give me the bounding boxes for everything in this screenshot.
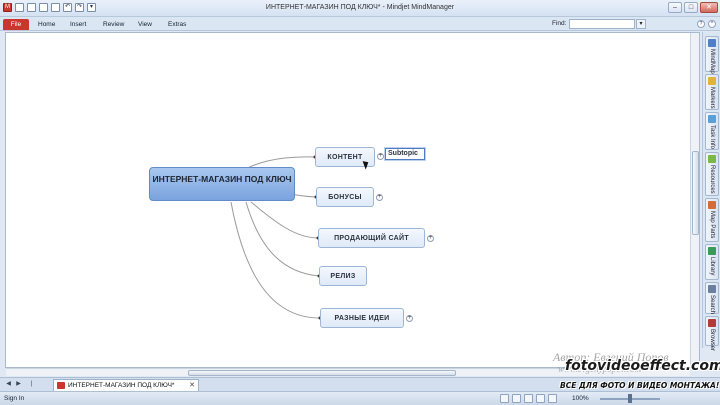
topic-raznye-idei[interactable]: РАЗНЫЕ ИДЕИ <box>320 308 404 328</box>
vertical-scroll-thumb[interactable] <box>692 151 699 235</box>
find-label: Find: <box>552 20 567 27</box>
document-tab-label: ИНТЕРНЕТ-МАГАЗИН ПОД КЛЮЧ* <box>68 382 175 389</box>
search-icon <box>708 285 716 293</box>
close-button[interactable]: ✕ <box>700 2 718 13</box>
horizontal-scroll-thumb[interactable] <box>188 370 456 376</box>
pane-tab-map-parts[interactable]: Map Parts <box>705 198 719 242</box>
pane-tab-markers[interactable]: Markers <box>705 74 719 110</box>
map-canvas[interactable]: ИНТЕРНЕТ-МАГАЗИН ПОД КЛЮЧ КОНТЕНТ + БОНУ… <box>5 32 700 368</box>
task-info-icon <box>708 115 716 123</box>
tab-extras[interactable]: Extras <box>168 19 186 30</box>
tab-view[interactable]: View <box>138 19 152 30</box>
resources-icon <box>708 155 716 163</box>
view-mode-icons <box>500 394 557 403</box>
pane-tab-resources[interactable]: Resources <box>705 152 719 196</box>
tab-scroll-left-icon[interactable]: ◀ <box>5 381 12 388</box>
document-tab[interactable]: ИНТЕРНЕТ-МАГАЗИН ПОД КЛЮЧ* ✕ <box>53 379 199 391</box>
library-icon <box>708 247 716 255</box>
find-input[interactable] <box>569 19 635 29</box>
central-topic[interactable]: ИНТЕРНЕТ-МАГАЗИН ПОД КЛЮЧ <box>149 167 295 201</box>
branch-line-idei <box>230 201 321 319</box>
expand-sait-icon[interactable]: + <box>427 235 434 242</box>
ribbon-collapse-icon[interactable]: ^ <box>708 20 716 28</box>
mindmap-document-icon <box>57 382 65 389</box>
pane-tab-browser[interactable]: Browser <box>705 316 719 351</box>
vertical-scrollbar[interactable] <box>690 33 699 365</box>
window-controls: – □ ✕ <box>668 2 718 13</box>
branch-line-reliz <box>245 201 320 277</box>
view-map-icon[interactable] <box>524 394 533 403</box>
tab-file[interactable]: File <box>3 19 29 30</box>
map-parts-icon <box>708 201 716 209</box>
zoom-level: 100% <box>572 395 589 402</box>
markers-icon <box>708 77 716 85</box>
topic-prodayushchiy-sait[interactable]: ПРОДАЮЩИЙ САЙТ <box>318 228 425 248</box>
watermark-site: fotovideoeffect.com <box>565 358 720 374</box>
ribbon-right-icons: ? ^ <box>697 20 716 28</box>
status-bar: Sign In 100% <box>0 391 720 405</box>
document-tab-close-icon[interactable]: ✕ <box>189 380 195 391</box>
maximize-button[interactable]: □ <box>684 2 698 13</box>
pane-tab-library[interactable]: Library <box>705 244 719 280</box>
tab-list-icon[interactable]: | <box>28 381 35 388</box>
topic-reliz[interactable]: РЕЛИЗ <box>319 266 367 286</box>
title-bar: M ↶ ↷ ▾ ИНТЕРНЕТ-МАГАЗИН ПОД КЛЮЧ* - Min… <box>0 0 720 17</box>
find-dropdown-icon[interactable]: ▾ <box>636 19 646 29</box>
help-icon[interactable]: ? <box>697 20 705 28</box>
expand-bonusy-icon[interactable]: + <box>376 194 383 201</box>
pane-tab-search[interactable]: Search <box>705 282 719 314</box>
watermark-tagline: ВСЕ ДЛЯ ФОТО И ВИДЕО МОНТАЖА! <box>560 381 720 390</box>
view-gantt-icon[interactable] <box>548 394 557 403</box>
subtopic-edit-box[interactable]: Subtopic <box>385 148 425 160</box>
zoom-slider-handle[interactable] <box>628 394 632 403</box>
mindmap-icon <box>708 39 716 47</box>
pane-tab-mindmap[interactable]: MindMap <box>705 36 719 74</box>
pane-tab-task-info[interactable]: Task Info <box>705 112 719 150</box>
topic-bonusy[interactable]: БОНУСЫ <box>316 187 374 207</box>
window-title: ИНТЕРНЕТ-МАГАЗИН ПОД КЛЮЧ* - Mindjet Min… <box>265 4 455 11</box>
expand-idei-icon[interactable]: + <box>406 315 413 322</box>
view-outline-icon[interactable] <box>536 394 545 403</box>
tab-review[interactable]: Review <box>103 19 124 30</box>
ribbon-tabs: File Home Insert Review View Extras Find… <box>0 17 720 31</box>
task-pane-strip: MindMap Markers Task Info Resources Map … <box>702 32 720 351</box>
minimize-button[interactable]: – <box>668 2 682 13</box>
sign-in-button[interactable]: Sign In <box>4 395 24 402</box>
expand-kontent-icon[interactable]: + <box>377 153 384 160</box>
balance-map-icon[interactable] <box>512 394 521 403</box>
filter-icon[interactable] <box>500 394 509 403</box>
tab-scroll-right-icon[interactable]: ▶ <box>15 381 22 388</box>
branch-line-sait <box>250 201 319 239</box>
tab-insert[interactable]: Insert <box>70 19 86 30</box>
browser-icon <box>708 319 716 327</box>
tab-home[interactable]: Home <box>38 19 55 30</box>
